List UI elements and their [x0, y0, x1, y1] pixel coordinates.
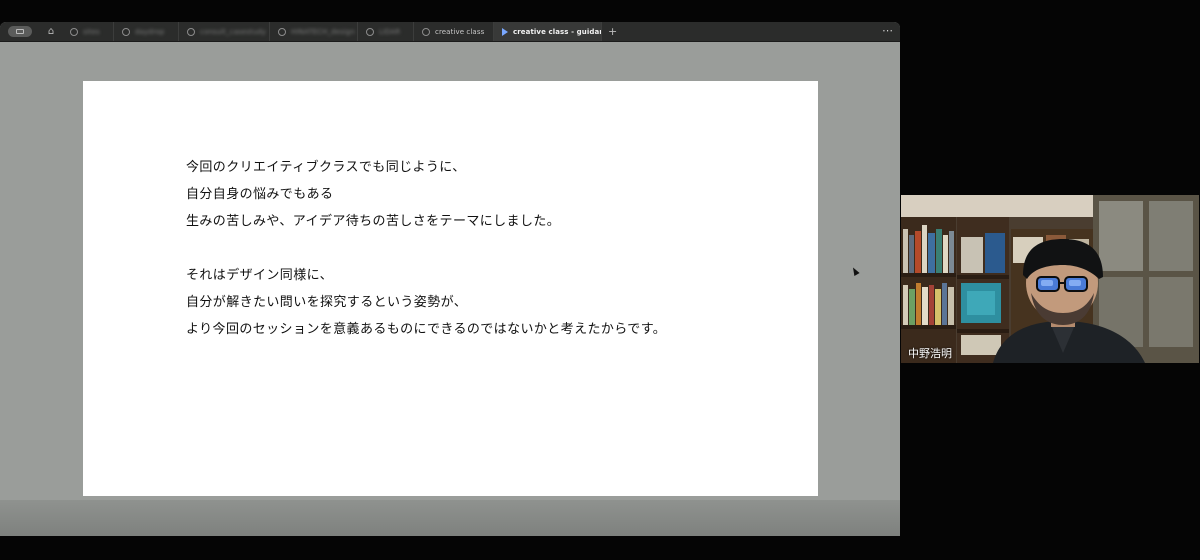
tab-bar: ⌂ sites daydrop consult_casestudy HINATE…: [0, 22, 900, 42]
tab-favicon-icon: [187, 27, 195, 36]
tab-favicon-icon: [422, 27, 430, 36]
sidebar-icon: [16, 29, 24, 34]
tab-favicon-icon: [278, 27, 286, 36]
shared-browser-window: ⌂ sites daydrop consult_casestudy HINATE…: [0, 22, 900, 536]
tab-label: daydrop: [135, 27, 165, 36]
tab-favicon-icon: [70, 27, 78, 36]
meeting-stage: ⌂ sites daydrop consult_casestudy HINATE…: [0, 0, 1200, 560]
tab-label: LIDAR: [379, 27, 401, 36]
tab-daydrop[interactable]: daydrop: [114, 22, 179, 41]
presentation-slide: 今回のクリエイティブクラスでも同じように、 自分自身の悩みでもある 生みの苦しみ…: [83, 81, 818, 496]
window-bottom-bar: [0, 500, 900, 536]
slide-line-spacer: [186, 235, 666, 262]
slide-line: 今回のクリエイティブクラスでも同じように、: [186, 160, 466, 175]
slide-line: 自分自身の悩みでもある: [186, 187, 334, 202]
tab-label: HINATECH_design: [291, 27, 355, 36]
more-options-icon[interactable]: ⋯: [882, 23, 893, 38]
tab-creative-class[interactable]: creative class: [414, 22, 494, 41]
tab-lidar[interactable]: LIDAR: [358, 22, 414, 41]
tab-label: creative class: [435, 27, 485, 36]
participant-video-tile[interactable]: 中野浩明: [901, 195, 1199, 363]
tab-label: creative class - guidance: [513, 27, 601, 36]
slide-line: 自分が解きたい問いを探究するという姿勢が、: [186, 295, 468, 310]
tab-hinatech[interactable]: HINATECH_design: [270, 22, 358, 41]
tab-sites[interactable]: sites: [62, 22, 114, 41]
tab-label: sites: [83, 27, 100, 36]
tab-consult[interactable]: consult_casestudy: [179, 22, 270, 41]
tab-creative-class-guidance[interactable]: creative class - guidance ✕: [494, 22, 602, 41]
tab-favicon-icon: [366, 27, 374, 36]
home-icon[interactable]: ⌂: [44, 25, 58, 39]
tab-favicon-icon: [122, 27, 130, 36]
new-tab-button[interactable]: +: [608, 24, 617, 39]
participant-name-label: 中野浩明: [908, 347, 952, 360]
sidebar-toggle-button[interactable]: [8, 26, 32, 37]
slide-line: より今回のセッションを意義あるものにできるのではないかと考えたからです。: [186, 322, 667, 337]
slide-text: 今回のクリエイティブクラスでも同じように、 自分自身の悩みでもある 生みの苦しみ…: [186, 154, 666, 343]
webcam-feed: [901, 195, 1199, 363]
tab-label: consult_casestudy: [200, 27, 267, 36]
slide-line: 生みの苦しみや、アイデア待ちの苦しさをテーマにしました。: [186, 214, 561, 229]
slide-line: それはデザイン同様に、: [186, 268, 334, 283]
play-icon: [502, 27, 508, 36]
